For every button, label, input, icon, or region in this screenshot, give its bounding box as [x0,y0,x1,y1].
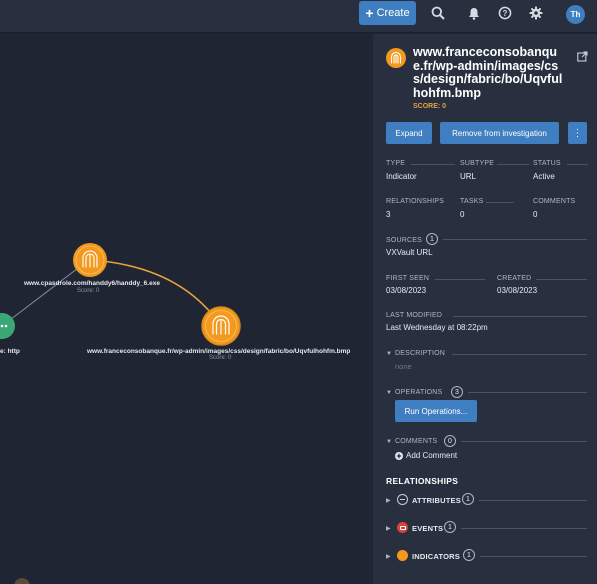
indicators-count-badge: 1 [463,549,475,561]
detail-panel: www.franceconsobanque.fr/wp-admin/images… [373,34,597,584]
comments-count-badge: 0 [444,435,456,447]
sources-label: SOURCES [386,237,423,244]
relationships-value: 3 [386,210,391,219]
indicators-caret-icon[interactable]: ▶ [386,553,391,560]
description-caret-icon[interactable]: ▼ [386,351,392,357]
attributes-caret-icon[interactable]: ▶ [386,497,391,504]
expand-button[interactable]: Expand [386,122,432,144]
bell-icon[interactable] [466,5,482,21]
panel-score: SCORE: 0 [413,103,447,110]
plus-circle-icon [395,451,403,460]
relationships-heading: RELATIONSHIPS [386,476,459,486]
subtype-value: URL [460,172,477,181]
created-value: 03/08/2023 [497,286,538,295]
created-label: CREATED [497,275,532,282]
add-comment-label: Add Comment [406,451,458,460]
remove-from-investigation-button[interactable]: Remove from investigation [440,122,559,144]
relationships-label: RELATIONSHIPS [386,198,445,205]
first-seen-value: 03/08/2023 [386,286,427,295]
subtype-label: SUBTYPE [460,160,495,167]
avatar[interactable]: Th [566,5,585,24]
status-value: Active [533,172,555,181]
comments-value: 0 [533,210,538,219]
edge-exe-to-bmp[interactable] [89,259,222,327]
gear-icon[interactable] [528,5,544,21]
first-seen-label: FIRST SEEN [386,275,430,282]
tasks-label: TASKS [460,198,484,205]
events-icon [397,522,408,533]
comments-section-label[interactable]: COMMENTS [395,438,437,445]
type-label: TYPE [386,160,406,167]
operations-label[interactable]: OPERATIONS [395,389,442,396]
panel-title: www.franceconsobanque.fr/wp-admin/images… [413,45,563,100]
more-options-button[interactable]: ⋮ [568,122,587,144]
external-link-icon[interactable] [577,51,588,62]
node-bmp-label: www.franceconsobanque.fr/wp-admin/images… [87,348,351,355]
operations-caret-icon[interactable]: ▼ [386,390,392,396]
node-http-label: e: http [0,348,20,355]
indicators-icon [397,550,408,561]
description-value: none [395,362,412,371]
edge-http-to-exe [1,261,87,327]
sources-value: VXVault URL [386,248,433,257]
description-label[interactable]: DESCRIPTION [395,350,445,357]
create-label: Create [376,7,410,19]
events-label[interactable]: EVENTS [412,524,443,533]
add-comment-link[interactable]: Add Comment [395,451,457,460]
operations-count-badge: 3 [451,386,463,398]
node-offscreen[interactable] [14,578,30,584]
svg-text:?: ? [503,9,508,18]
node-exe-score: Score: 0 [77,288,100,294]
last-modified-value: Last Wednesday at 08:22pm [386,323,488,332]
attributes-count-badge: 1 [462,493,474,505]
create-button[interactable]: + Create [359,1,416,25]
search-icon[interactable] [430,5,446,21]
node-exe-label: www.cpasdrole.com/handdy6/handdy_6.exe [24,280,160,287]
plus-icon: + [365,5,374,21]
attributes-label[interactable]: ATTRIBUTES [412,496,461,505]
comments-caret-icon[interactable]: ▼ [386,439,392,445]
sources-count-badge: 1 [426,233,438,245]
events-caret-icon[interactable]: ▶ [386,525,391,532]
node-bmp-score: Score: 0 [209,355,232,361]
status-label: STATUS [533,160,561,167]
comments-label: COMMENTS [533,198,576,205]
graph-svg [0,243,241,584]
graph-canvas[interactable]: www.cpasdrole.com/handdy6/handdy_6.exe S… [0,34,373,584]
indicators-label[interactable]: INDICATORS [412,552,460,561]
top-bar: + Create ? Th [0,0,597,33]
attributes-icon [397,494,408,505]
help-icon[interactable]: ? [497,5,513,21]
indicator-icon [386,48,406,68]
tasks-value: 0 [460,210,465,219]
events-count-badge: 1 [444,521,456,533]
last-modified-label: LAST MODIFIED [386,312,443,319]
run-operations-button[interactable]: Run Operations... [395,400,477,422]
type-value: Indicator [386,172,417,181]
